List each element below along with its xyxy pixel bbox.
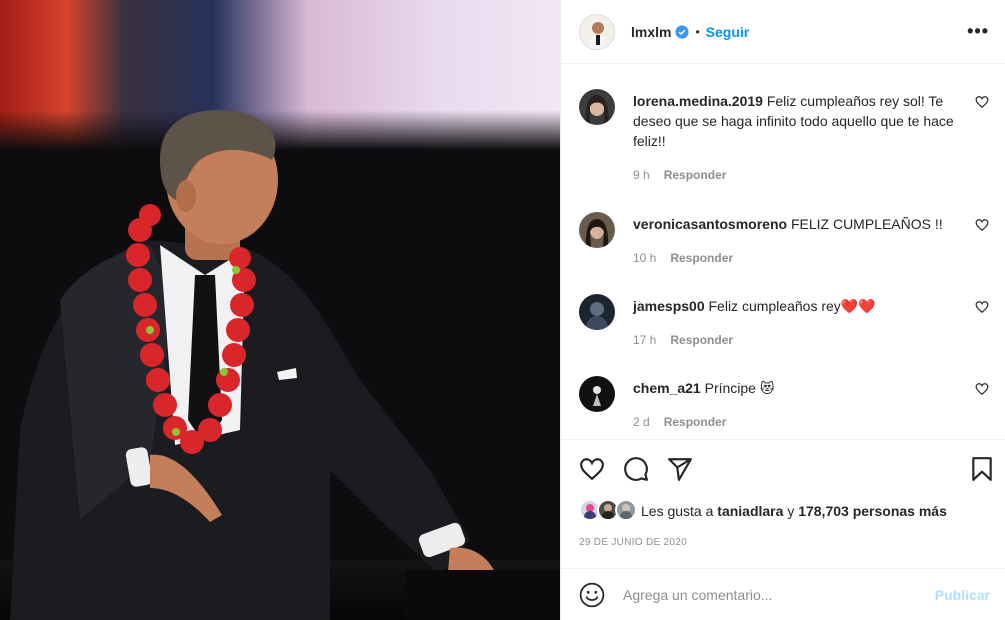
- commenter-avatar[interactable]: [579, 212, 615, 248]
- share-send-icon[interactable]: [667, 456, 693, 482]
- like-comment-heart-icon[interactable]: [975, 382, 989, 396]
- commenter-avatar[interactable]: [579, 376, 615, 412]
- commenter-avatar-image: [579, 294, 615, 330]
- comment-input[interactable]: [623, 586, 935, 603]
- follow-button[interactable]: Seguir: [706, 24, 750, 40]
- commenter-avatar-image: [579, 376, 615, 412]
- comment-text: Feliz cumpleaños rey❤️❤️: [708, 298, 876, 314]
- commenter-avatar-image: [579, 212, 615, 248]
- comment-item: lorena.medina.2019 Feliz cumpleaños rey …: [579, 89, 989, 185]
- reply-button[interactable]: Responder: [664, 168, 727, 182]
- separator-dot: •: [695, 24, 700, 39]
- comment-item: chem_a21 Príncipe 😻 2 d Responder: [579, 376, 989, 432]
- comment-meta: 2 d Responder: [633, 412, 963, 432]
- reply-button[interactable]: Responder: [670, 333, 733, 347]
- reply-button[interactable]: Responder: [664, 415, 727, 429]
- commenter-avatar[interactable]: [579, 294, 615, 330]
- comment-body: chem_a21 Príncipe 😻 2 d Responder: [633, 378, 963, 432]
- likes-others[interactable]: 178,703 personas más: [798, 503, 947, 519]
- post-header: lmxlm • Seguir •••: [561, 0, 1005, 64]
- comment-body: lorena.medina.2019 Feliz cumpleaños rey …: [633, 91, 963, 185]
- likes-prefix: Les gusta a: [641, 503, 714, 519]
- like-comment-heart-icon[interactable]: [975, 95, 989, 109]
- likes-user[interactable]: taniadlara: [717, 503, 783, 519]
- comment-time[interactable]: 17 h: [633, 333, 656, 347]
- like-comment-heart-icon[interactable]: [975, 300, 989, 314]
- verified-badge-icon: [675, 24, 690, 39]
- post-action-bar: [579, 450, 995, 490]
- add-comment-bar: Publicar: [561, 568, 1005, 620]
- likers-avatar-stack[interactable]: [579, 499, 641, 523]
- comment-username[interactable]: jamesps00: [633, 298, 705, 314]
- author-avatar-image: [580, 14, 614, 49]
- comment-bubble-icon[interactable]: [623, 456, 649, 482]
- comment-time[interactable]: 2 d: [633, 415, 650, 429]
- save-bookmark-icon[interactable]: [969, 456, 995, 482]
- liker-avatar: [615, 499, 637, 521]
- author-username[interactable]: lmxlm: [631, 24, 671, 40]
- comment-text: Príncipe 😻: [704, 380, 775, 396]
- like-comment-heart-icon[interactable]: [975, 218, 989, 232]
- comment-body: jamesps00 Feliz cumpleaños rey❤️❤️ 17 h R…: [633, 296, 963, 350]
- reply-button[interactable]: Responder: [670, 251, 733, 265]
- likes-conjunction: y: [787, 503, 795, 519]
- more-options-icon[interactable]: •••: [967, 21, 989, 42]
- comment-meta: 10 h Responder: [633, 248, 963, 268]
- comment-body: veronicasantosmoreno FELIZ CUMPLEAÑOS !!…: [633, 214, 963, 268]
- comment-text: FELIZ CUMPLEAÑOS !!: [790, 216, 943, 232]
- commenter-avatar-image: [579, 89, 615, 125]
- performer-illustration: [10, 109, 560, 620]
- comment-username[interactable]: veronicasantosmoreno: [633, 216, 787, 232]
- comment-username[interactable]: lorena.medina.2019: [633, 93, 763, 109]
- comment-item: jamesps00 Feliz cumpleaños rey❤️❤️ 17 h R…: [579, 294, 989, 350]
- post-date[interactable]: 29 DE JUNIO DE 2020: [579, 537, 687, 548]
- author-avatar[interactable]: [579, 13, 615, 50]
- post-sidebar: lmxlm • Seguir ••• lorena.medina.2019 Fe…: [560, 0, 1005, 620]
- emoji-icon[interactable]: [579, 582, 605, 608]
- comment-time[interactable]: 10 h: [633, 251, 656, 265]
- comment-username[interactable]: chem_a21: [633, 380, 701, 396]
- comment-meta: 9 h Responder: [633, 165, 963, 185]
- comment-item: veronicasantosmoreno FELIZ CUMPLEAÑOS !!…: [579, 212, 989, 268]
- post-photo[interactable]: [0, 0, 560, 620]
- comments-list[interactable]: lorena.medina.2019 Feliz cumpleaños rey …: [561, 65, 1005, 440]
- comment-meta: 17 h Responder: [633, 330, 963, 350]
- comment-time[interactable]: 9 h: [633, 168, 650, 182]
- like-heart-icon[interactable]: [579, 456, 605, 482]
- commenter-avatar[interactable]: [579, 89, 615, 125]
- publish-button[interactable]: Publicar: [935, 587, 990, 603]
- likes-summary: Les gusta a taniadlara y 178,703 persona…: [579, 499, 947, 523]
